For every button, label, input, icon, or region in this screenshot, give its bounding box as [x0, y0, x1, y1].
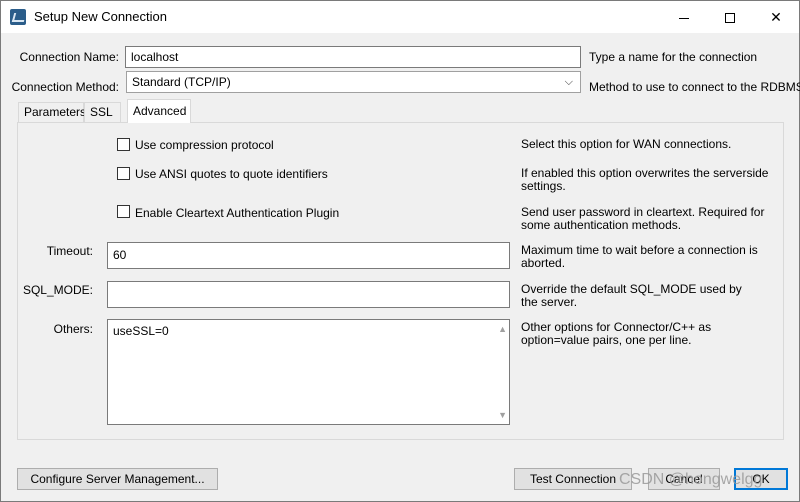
- use-compression-desc: Select this option for WAN connections.: [521, 137, 732, 151]
- others-textarea[interactable]: useSSL=0 ▲ ▼: [107, 319, 510, 425]
- setup-connection-dialog: Setup New Connection ✕ Connection Name: …: [0, 0, 800, 502]
- chevron-down-icon: ⌵: [564, 76, 573, 88]
- tab-advanced[interactable]: Advanced: [127, 99, 191, 123]
- others-value: useSSL=0: [113, 324, 169, 338]
- test-connection-button[interactable]: Test Connection: [514, 468, 632, 490]
- sql-mode-desc: Override the default SQL_MODE used by th…: [521, 282, 742, 309]
- window-title: Setup New Connection: [34, 9, 167, 24]
- close-icon: ✕: [770, 9, 782, 25]
- tab-ssl[interactable]: SSL: [84, 102, 121, 123]
- cleartext-auth-checkbox[interactable]: [117, 205, 130, 218]
- connection-method-label: Connection Method:: [11, 80, 119, 94]
- use-ansi-quotes-checkbox[interactable]: [117, 167, 130, 180]
- cleartext-auth-desc: Send user password in cleartext. Require…: [521, 205, 765, 232]
- use-compression-label[interactable]: Use compression protocol: [135, 138, 274, 152]
- sql-mode-input[interactable]: [107, 281, 510, 308]
- close-button[interactable]: ✕: [753, 1, 799, 33]
- connection-name-hint: Type a name for the connection: [589, 50, 758, 64]
- connection-method-hint: Method to use to connect to the RDBMS: [589, 80, 800, 94]
- use-ansi-quotes-label[interactable]: Use ANSI quotes to quote identifiers: [135, 167, 328, 181]
- sql-mode-label: SQL_MODE:: [22, 283, 93, 297]
- tab-parameters[interactable]: Parameters: [18, 102, 86, 123]
- use-compression-checkbox[interactable]: [117, 138, 130, 151]
- connection-name-label: Connection Name:: [19, 50, 119, 64]
- configure-server-management-button[interactable]: Configure Server Management...: [17, 468, 218, 490]
- scroll-up-icon[interactable]: ▲: [498, 322, 507, 336]
- others-label: Others:: [53, 322, 93, 336]
- connection-method-value: Standard (TCP/IP): [132, 75, 231, 89]
- timeout-label: Timeout:: [46, 244, 93, 258]
- maximize-icon: [725, 13, 735, 24]
- maximize-button[interactable]: [707, 1, 753, 33]
- cleartext-auth-label[interactable]: Enable Cleartext Authentication Plugin: [135, 206, 339, 220]
- watermark: CSDN @hongwelgg: [619, 471, 763, 488]
- mysql-workbench-icon: [10, 9, 26, 25]
- title-bar[interactable]: Setup New Connection ✕: [1, 1, 799, 33]
- others-desc: Other options for Connector/C++ as optio…: [521, 320, 712, 347]
- connection-name-input[interactable]: localhost: [125, 46, 581, 68]
- minimize-icon: [679, 17, 689, 19]
- timeout-desc: Maximum time to wait before a connection…: [521, 243, 758, 270]
- minimize-button[interactable]: [661, 1, 707, 33]
- timeout-input[interactable]: 60: [107, 242, 510, 269]
- scroll-down-icon[interactable]: ▼: [498, 408, 507, 422]
- use-ansi-quotes-desc: If enabled this option overwrites the se…: [521, 166, 769, 193]
- connection-method-select[interactable]: Standard (TCP/IP) ⌵: [126, 71, 581, 93]
